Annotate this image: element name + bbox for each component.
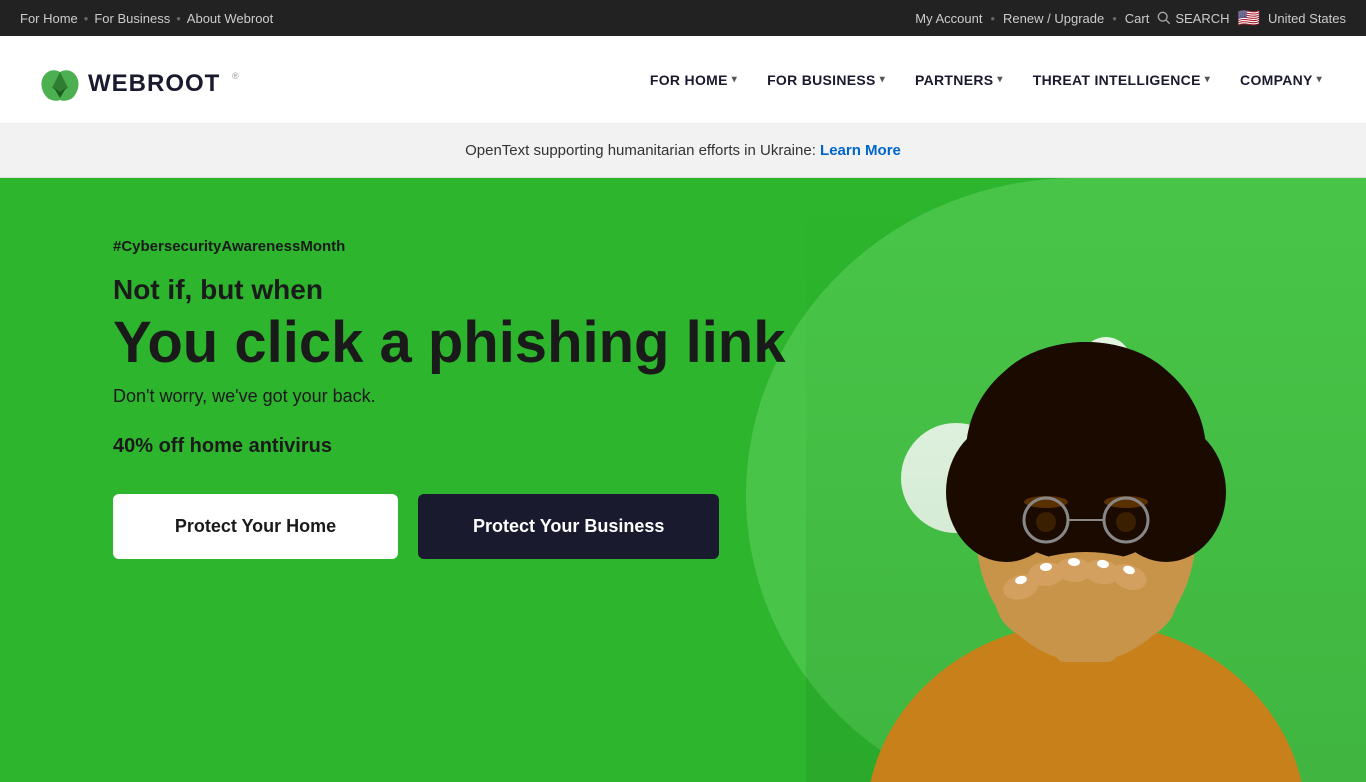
hero-person-image xyxy=(806,202,1366,782)
banner-text: OpenText supporting humanitarian efforts… xyxy=(465,142,820,159)
chevron-down-icon: ▾ xyxy=(880,74,885,85)
banner-learn-more-link[interactable]: Learn More xyxy=(820,142,901,159)
renew-upgrade-link[interactable]: Renew / Upgrade xyxy=(1003,11,1104,26)
hero-section: #CybersecurityAwarenessMonth Not if, but… xyxy=(0,178,1366,782)
protect-home-button[interactable]: Protect Your Home xyxy=(113,494,398,559)
logo-area[interactable]: WEBROOT ® xyxy=(30,55,250,105)
svg-text:®: ® xyxy=(232,71,239,81)
webroot-logo: WEBROOT ® xyxy=(30,55,250,105)
nav-label-for-business: FOR BUSINESS xyxy=(767,72,876,88)
flag-icon: 🇺🇸 xyxy=(1238,8,1260,29)
for-home-topbar-link[interactable]: For Home xyxy=(20,11,78,26)
nav-item-for-home[interactable]: FOR HOME ▾ xyxy=(636,64,751,96)
chevron-down-icon: ▾ xyxy=(732,74,737,85)
top-bar-right-links: My Account • Renew / Upgrade • Cart SEAR… xyxy=(915,8,1346,29)
top-bar-left-links: For Home • For Business • About Webroot xyxy=(20,11,273,26)
top-bar: For Home • For Business • About Webroot … xyxy=(0,0,1366,36)
nav-label-threat-intelligence: THREAT INTELLIGENCE xyxy=(1033,72,1201,88)
for-business-topbar-link[interactable]: For Business xyxy=(94,11,170,26)
nav-item-partners[interactable]: PARTNERS ▾ xyxy=(901,64,1017,96)
hero-headline-small: Not if, but when xyxy=(113,273,786,307)
chevron-down-icon: ▾ xyxy=(1205,74,1210,85)
nav-label-for-home: FOR HOME xyxy=(650,72,728,88)
my-account-link[interactable]: My Account xyxy=(915,11,982,26)
chevron-down-icon: ▾ xyxy=(1317,74,1322,85)
search-icon xyxy=(1157,11,1171,25)
search-area[interactable]: SEARCH xyxy=(1157,11,1229,26)
nav-item-company[interactable]: COMPANY ▾ xyxy=(1226,64,1336,96)
hero-hashtag: #CybersecurityAwarenessMonth xyxy=(113,238,786,255)
main-navigation: WEBROOT ® FOR HOME ▾ FOR BUSINESS ▾ PART… xyxy=(0,36,1366,124)
nav-links-container: FOR HOME ▾ FOR BUSINESS ▾ PARTNERS ▾ THR… xyxy=(636,64,1336,96)
hero-content: #CybersecurityAwarenessMonth Not if, but… xyxy=(113,238,786,559)
protect-business-button[interactable]: Protect Your Business xyxy=(418,494,719,559)
hero-headline-large: You click a phishing link xyxy=(113,311,786,375)
separator-dot-4: • xyxy=(1112,11,1117,26)
hero-subtitle: Don't worry, we've got your back. xyxy=(113,386,786,407)
cart-link[interactable]: Cart xyxy=(1125,11,1150,26)
hero-cta-buttons: Protect Your Home Protect Your Business xyxy=(113,494,786,559)
announcement-banner: OpenText supporting humanitarian efforts… xyxy=(0,124,1366,178)
nav-item-for-business[interactable]: FOR BUSINESS ▾ xyxy=(753,64,899,96)
nav-item-threat-intelligence[interactable]: THREAT INTELLIGENCE ▾ xyxy=(1019,64,1224,96)
search-label[interactable]: SEARCH xyxy=(1175,11,1229,26)
chevron-down-icon: ▾ xyxy=(997,74,1002,85)
about-webroot-topbar-link[interactable]: About Webroot xyxy=(187,11,273,26)
separator-dot-2: • xyxy=(176,11,181,26)
separator-dot-1: • xyxy=(84,11,89,26)
svg-text:WEBROOT: WEBROOT xyxy=(88,70,220,97)
nav-label-partners: PARTNERS xyxy=(915,72,993,88)
person-illustration xyxy=(826,202,1346,782)
country-label[interactable]: United States xyxy=(1268,11,1346,26)
nav-label-company: COMPANY xyxy=(1240,72,1313,88)
separator-dot-3: • xyxy=(990,11,995,26)
hero-offer-text: 40% off home antivirus xyxy=(113,435,786,458)
